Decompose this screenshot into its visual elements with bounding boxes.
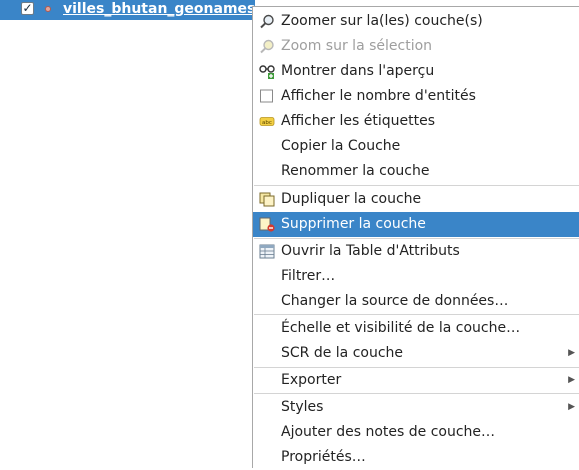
point-symbol-icon: [45, 6, 51, 12]
menu-item-change-data-source[interactable]: Changer la source de données…: [253, 289, 579, 314]
menu-item-label: Afficher les étiquettes: [281, 113, 435, 129]
submenu-arrow-icon: ▶: [568, 402, 575, 412]
submenu-arrow-icon: ▶: [568, 348, 575, 358]
menu-item-show-labels[interactable]: abc Afficher les étiquettes: [253, 109, 579, 134]
menu-separator: [254, 393, 579, 394]
menu-separator: [254, 185, 579, 186]
menu-item-open-attribute-table[interactable]: Ouvrir la Table d'Attributs: [253, 239, 579, 264]
layer-tree-item[interactable]: ✓ villes_bhutan_geonames: [0, 0, 255, 20]
layer-name: villes_bhutan_geonames: [63, 1, 256, 17]
menu-item-label: Exporter: [281, 372, 342, 388]
menu-item-label: Supprimer la couche: [281, 216, 426, 232]
menu-item-styles[interactable]: Styles ▶: [253, 395, 579, 420]
menu-item-scale-visibility[interactable]: Échelle et visibilité de la couche…: [253, 316, 579, 341]
menu-item-label: Zoomer sur la(les) couche(s): [281, 13, 483, 29]
menu-item-remove-layer[interactable]: Supprimer la couche: [253, 212, 579, 237]
overview-glasses-icon: [259, 65, 275, 79]
menu-item-label: Ouvrir la Table d'Attributs: [281, 243, 460, 259]
menu-item-label: Échelle et visibilité de la couche…: [281, 320, 521, 336]
menu-item-label: SCR de la couche: [281, 345, 404, 361]
zoom-to-layer-icon: [260, 14, 274, 29]
menu-item-rename-layer[interactable]: Renommer la couche: [253, 159, 579, 184]
menu-item-zoom-to-layer[interactable]: Zoomer sur la(les) couche(s): [253, 9, 579, 34]
menu-item-label: Copier la Couche: [281, 138, 401, 154]
menu-item-add-layer-notes[interactable]: Ajouter des notes de couche…: [253, 420, 579, 445]
layer-visibility-checkbox[interactable]: ✓: [21, 2, 34, 15]
menu-item-properties[interactable]: Propriétés…: [253, 445, 579, 470]
menu-separator: [254, 314, 579, 315]
menu-item-label: Styles: [281, 399, 324, 415]
svg-text:abc: abc: [262, 120, 272, 126]
menu-item-label: Montrer dans l'aperçu: [281, 63, 435, 79]
menu-item-duplicate-layer[interactable]: Dupliquer la couche: [253, 187, 579, 212]
menu-item-label: Renommer la couche: [281, 163, 430, 179]
menu-item-label: Ajouter des notes de couche…: [281, 424, 496, 440]
duplicate-layer-icon: [259, 192, 275, 207]
menu-item-show-feature-count[interactable]: Afficher le nombre d'entités: [253, 84, 579, 109]
menu-item-filter[interactable]: Filtrer…: [253, 264, 579, 289]
labels-abc-icon: abc: [259, 117, 275, 126]
layer-context-menu: Zoomer sur la(les) couche(s) Zoom sur la…: [252, 6, 579, 468]
menu-item-copy-layer[interactable]: Copier la Couche: [253, 134, 579, 159]
menu-item-layer-crs[interactable]: SCR de la couche ▶: [253, 341, 579, 366]
menu-item-label: Zoom sur la sélection: [281, 38, 433, 54]
menu-item-label: Afficher le nombre d'entités: [281, 88, 476, 104]
checkbox-icon[interactable]: [259, 89, 275, 104]
zoom-to-selection-icon: [260, 39, 274, 54]
submenu-arrow-icon: ▶: [568, 375, 575, 385]
remove-layer-icon: [259, 217, 275, 232]
menu-item-export[interactable]: Exporter ▶: [253, 368, 579, 393]
menu-item-label: Changer la source de données…: [281, 293, 509, 309]
menu-item-zoom-to-selection[interactable]: Zoom sur la sélection: [253, 34, 579, 59]
menu-item-show-in-overview[interactable]: Montrer dans l'aperçu: [253, 59, 579, 84]
menu-item-label: Dupliquer la couche: [281, 191, 422, 207]
menu-item-label: Propriétés…: [281, 449, 366, 465]
attribute-table-icon: [259, 244, 275, 259]
menu-item-label: Filtrer…: [281, 268, 336, 284]
